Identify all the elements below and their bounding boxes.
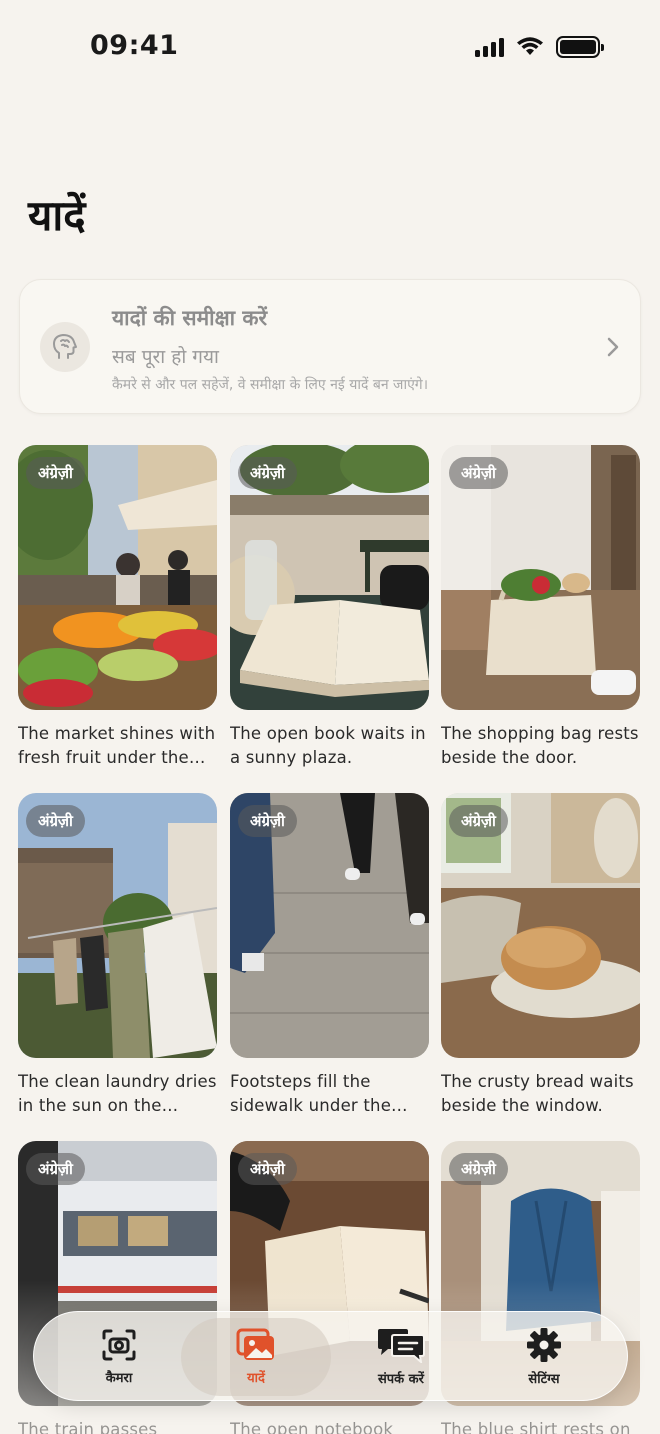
status-time: 09:41	[90, 30, 179, 61]
chevron-right-icon	[607, 337, 619, 357]
review-memories-card[interactable]: यादों की समीक्षा करें सब पूरा हो गया कैम…	[19, 279, 641, 414]
tab-label: कैमरा	[105, 1371, 133, 1386]
camera-icon	[102, 1329, 136, 1361]
language-badge: अंग्रेज़ी	[238, 805, 297, 837]
memory-photo: अंग्रेज़ी	[230, 445, 429, 710]
memory-card[interactable]: अंग्रेज़ी The clean laundry dries in the…	[18, 793, 217, 1117]
memory-card[interactable]: अंग्रेज़ी The open book waits in a sunny…	[230, 445, 429, 769]
status-icons	[475, 36, 604, 58]
memory-photo: अंग्रेज़ी	[18, 793, 217, 1058]
memory-caption: The clean laundry dries in the sun on th…	[18, 1072, 217, 1115]
memory-photo: अंग्रेज़ी	[441, 793, 640, 1058]
review-status: सब पूरा हो गया	[112, 346, 219, 368]
brain-icon	[40, 322, 90, 372]
page-title: यादें	[28, 191, 86, 240]
language-badge: अंग्रेज़ी	[449, 805, 508, 837]
language-badge: अंग्रेज़ी	[238, 457, 297, 489]
language-badge: अंग्रेज़ी	[449, 1153, 508, 1185]
memory-photo: अंग्रेज़ी	[230, 793, 429, 1058]
memory-caption: The blue shirt rests on	[441, 1420, 631, 1434]
memory-photo: अंग्रेज़ी	[441, 445, 640, 710]
tab-memories[interactable]: यादें	[181, 1318, 331, 1396]
signal-icon	[475, 37, 504, 57]
review-title: यादों की समीक्षा करें	[112, 306, 268, 330]
memory-caption: The open notebook	[230, 1420, 394, 1434]
tab-contact[interactable]: संपर्क करें	[326, 1318, 476, 1396]
memory-caption: The train passes quickly	[18, 1420, 158, 1434]
memory-caption: The market shines with fresh fruit under…	[18, 724, 216, 767]
memory-caption: The crusty bread waits beside the window…	[441, 1072, 634, 1115]
language-badge: अंग्रेज़ी	[26, 805, 85, 837]
tab-label: संपर्क करें	[378, 1372, 424, 1387]
photos-icon	[236, 1328, 274, 1360]
tab-bar: कैमरा यादें संपर्क करें सेटिंग्स	[33, 1311, 628, 1401]
review-description: कैमरे से और पल सहेजें, वे समीक्षा के लिए…	[112, 377, 428, 393]
memory-card[interactable]: अंग्रेज़ी Footsteps fill the sidewalk un…	[230, 793, 429, 1117]
status-bar: 09:41	[0, 0, 660, 96]
gear-icon	[527, 1328, 561, 1362]
language-badge: अंग्रेज़ी	[449, 457, 508, 489]
memory-card[interactable]: अंग्रेज़ी The crusty bread waits beside …	[441, 793, 640, 1117]
memory-caption: Footsteps fill the sidewalk under the tr…	[230, 1072, 392, 1115]
memory-caption: The shopping bag rests beside the door.	[441, 724, 639, 767]
memory-card[interactable]: अंग्रेज़ी The market shines with fresh f…	[18, 445, 217, 769]
memory-card[interactable]: अंग्रेज़ी The shopping bag rests beside …	[441, 445, 640, 769]
wifi-icon	[517, 37, 543, 55]
battery-icon	[556, 36, 604, 58]
tab-label: सेटिंग्स	[528, 1372, 560, 1387]
memory-caption: The open book waits in a sunny plaza.	[230, 724, 426, 767]
tab-label: यादें	[247, 1371, 265, 1386]
tab-camera[interactable]: कैमरा	[44, 1318, 194, 1396]
tab-settings[interactable]: सेटिंग्स	[469, 1318, 619, 1396]
language-badge: अंग्रेज़ी	[26, 1153, 85, 1185]
language-badge: अंग्रेज़ी	[26, 457, 85, 489]
language-badge: अंग्रेज़ी	[238, 1153, 297, 1185]
memory-photo: अंग्रेज़ी	[18, 445, 217, 710]
chat-icon	[378, 1329, 425, 1363]
